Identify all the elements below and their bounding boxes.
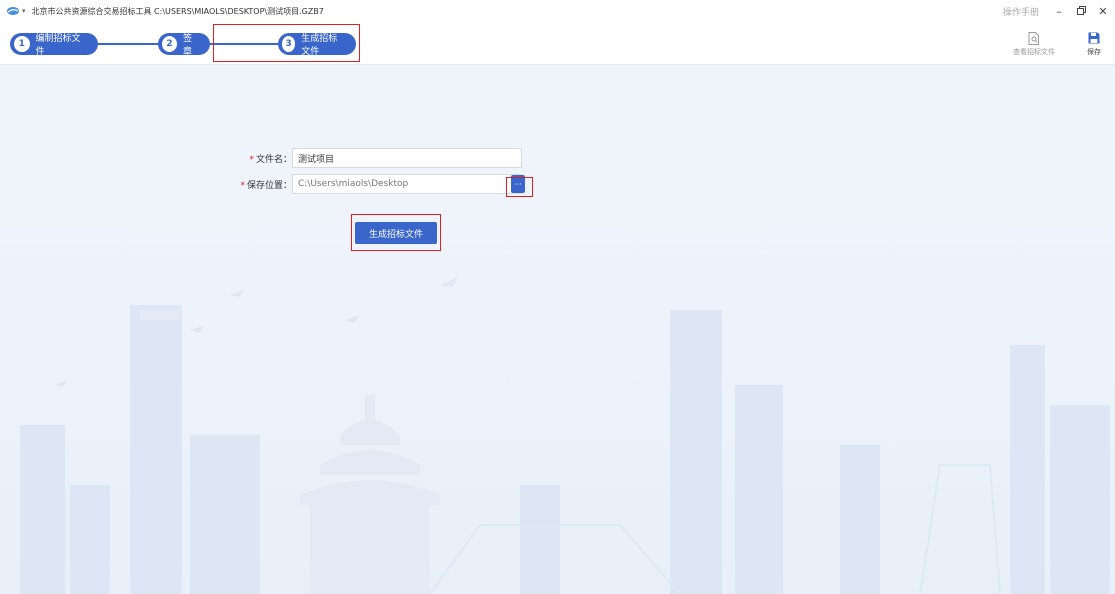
minimize-button[interactable]: – (1053, 5, 1065, 18)
title-bar: ▾ 北京市公共资源综合交易招标工具 C:\USERS\MIAOLS\DESKTO… (0, 0, 1115, 22)
step-label: 编制招标文件 (35, 34, 81, 57)
view-document-label: 查看招标文件 (1013, 48, 1055, 56)
filename-label: * 文件名： (249, 154, 292, 165)
highlight-box-step-3 (213, 24, 360, 62)
app-logo-icon[interactable] (6, 6, 20, 16)
highlight-box-browse (506, 177, 533, 197)
chevron-down-icon[interactable]: ▾ (22, 7, 26, 15)
restore-button[interactable] (1075, 5, 1087, 18)
view-document-button[interactable]: 查看招标文件 (1012, 30, 1056, 57)
save-location-label: * 保存位置： (240, 180, 292, 191)
highlight-box-generate (351, 214, 441, 251)
step-2[interactable]: 2 签章 (158, 33, 210, 57)
step-label: 签章 (183, 34, 193, 57)
city-skyline-background (20, 277, 1110, 594)
step-number: 2 (162, 36, 178, 52)
manual-link[interactable]: 操作手册 (1003, 5, 1039, 18)
main-area: * 文件名： 测试项目 * 保存位置： C:\Users\miaols\Deskto… (0, 65, 1115, 594)
save-button[interactable]: 保存 (1072, 30, 1115, 57)
close-button[interactable]: ✕ (1097, 5, 1109, 18)
filename-input[interactable]: 测试项目 (292, 148, 522, 168)
step-connector (98, 43, 160, 45)
save-location-row: * 保存位置： C:\Users\miaols\Desktop (228, 174, 522, 194)
step-bar: 1 编制招标文件 2 签章 3 生成招标文件 查看招标文件 保存 (0, 22, 1115, 65)
window-title: 北京市公共资源综合交易招标工具 C:\USERS\MIAOLS\DESKTOP\… (31, 6, 324, 16)
save-icon (1088, 30, 1100, 46)
save-label: 保存 (1087, 48, 1101, 56)
restore-icon (1076, 5, 1086, 15)
required-mark: * (249, 154, 254, 165)
document-search-icon (1028, 30, 1040, 46)
save-location-input[interactable]: C:\Users\miaols\Desktop (292, 174, 522, 194)
filename-row: * 文件名： 测试项目 (228, 148, 522, 168)
required-mark: * (240, 180, 245, 191)
step-number: 1 (14, 36, 30, 52)
step-1[interactable]: 1 编制招标文件 (10, 33, 98, 57)
